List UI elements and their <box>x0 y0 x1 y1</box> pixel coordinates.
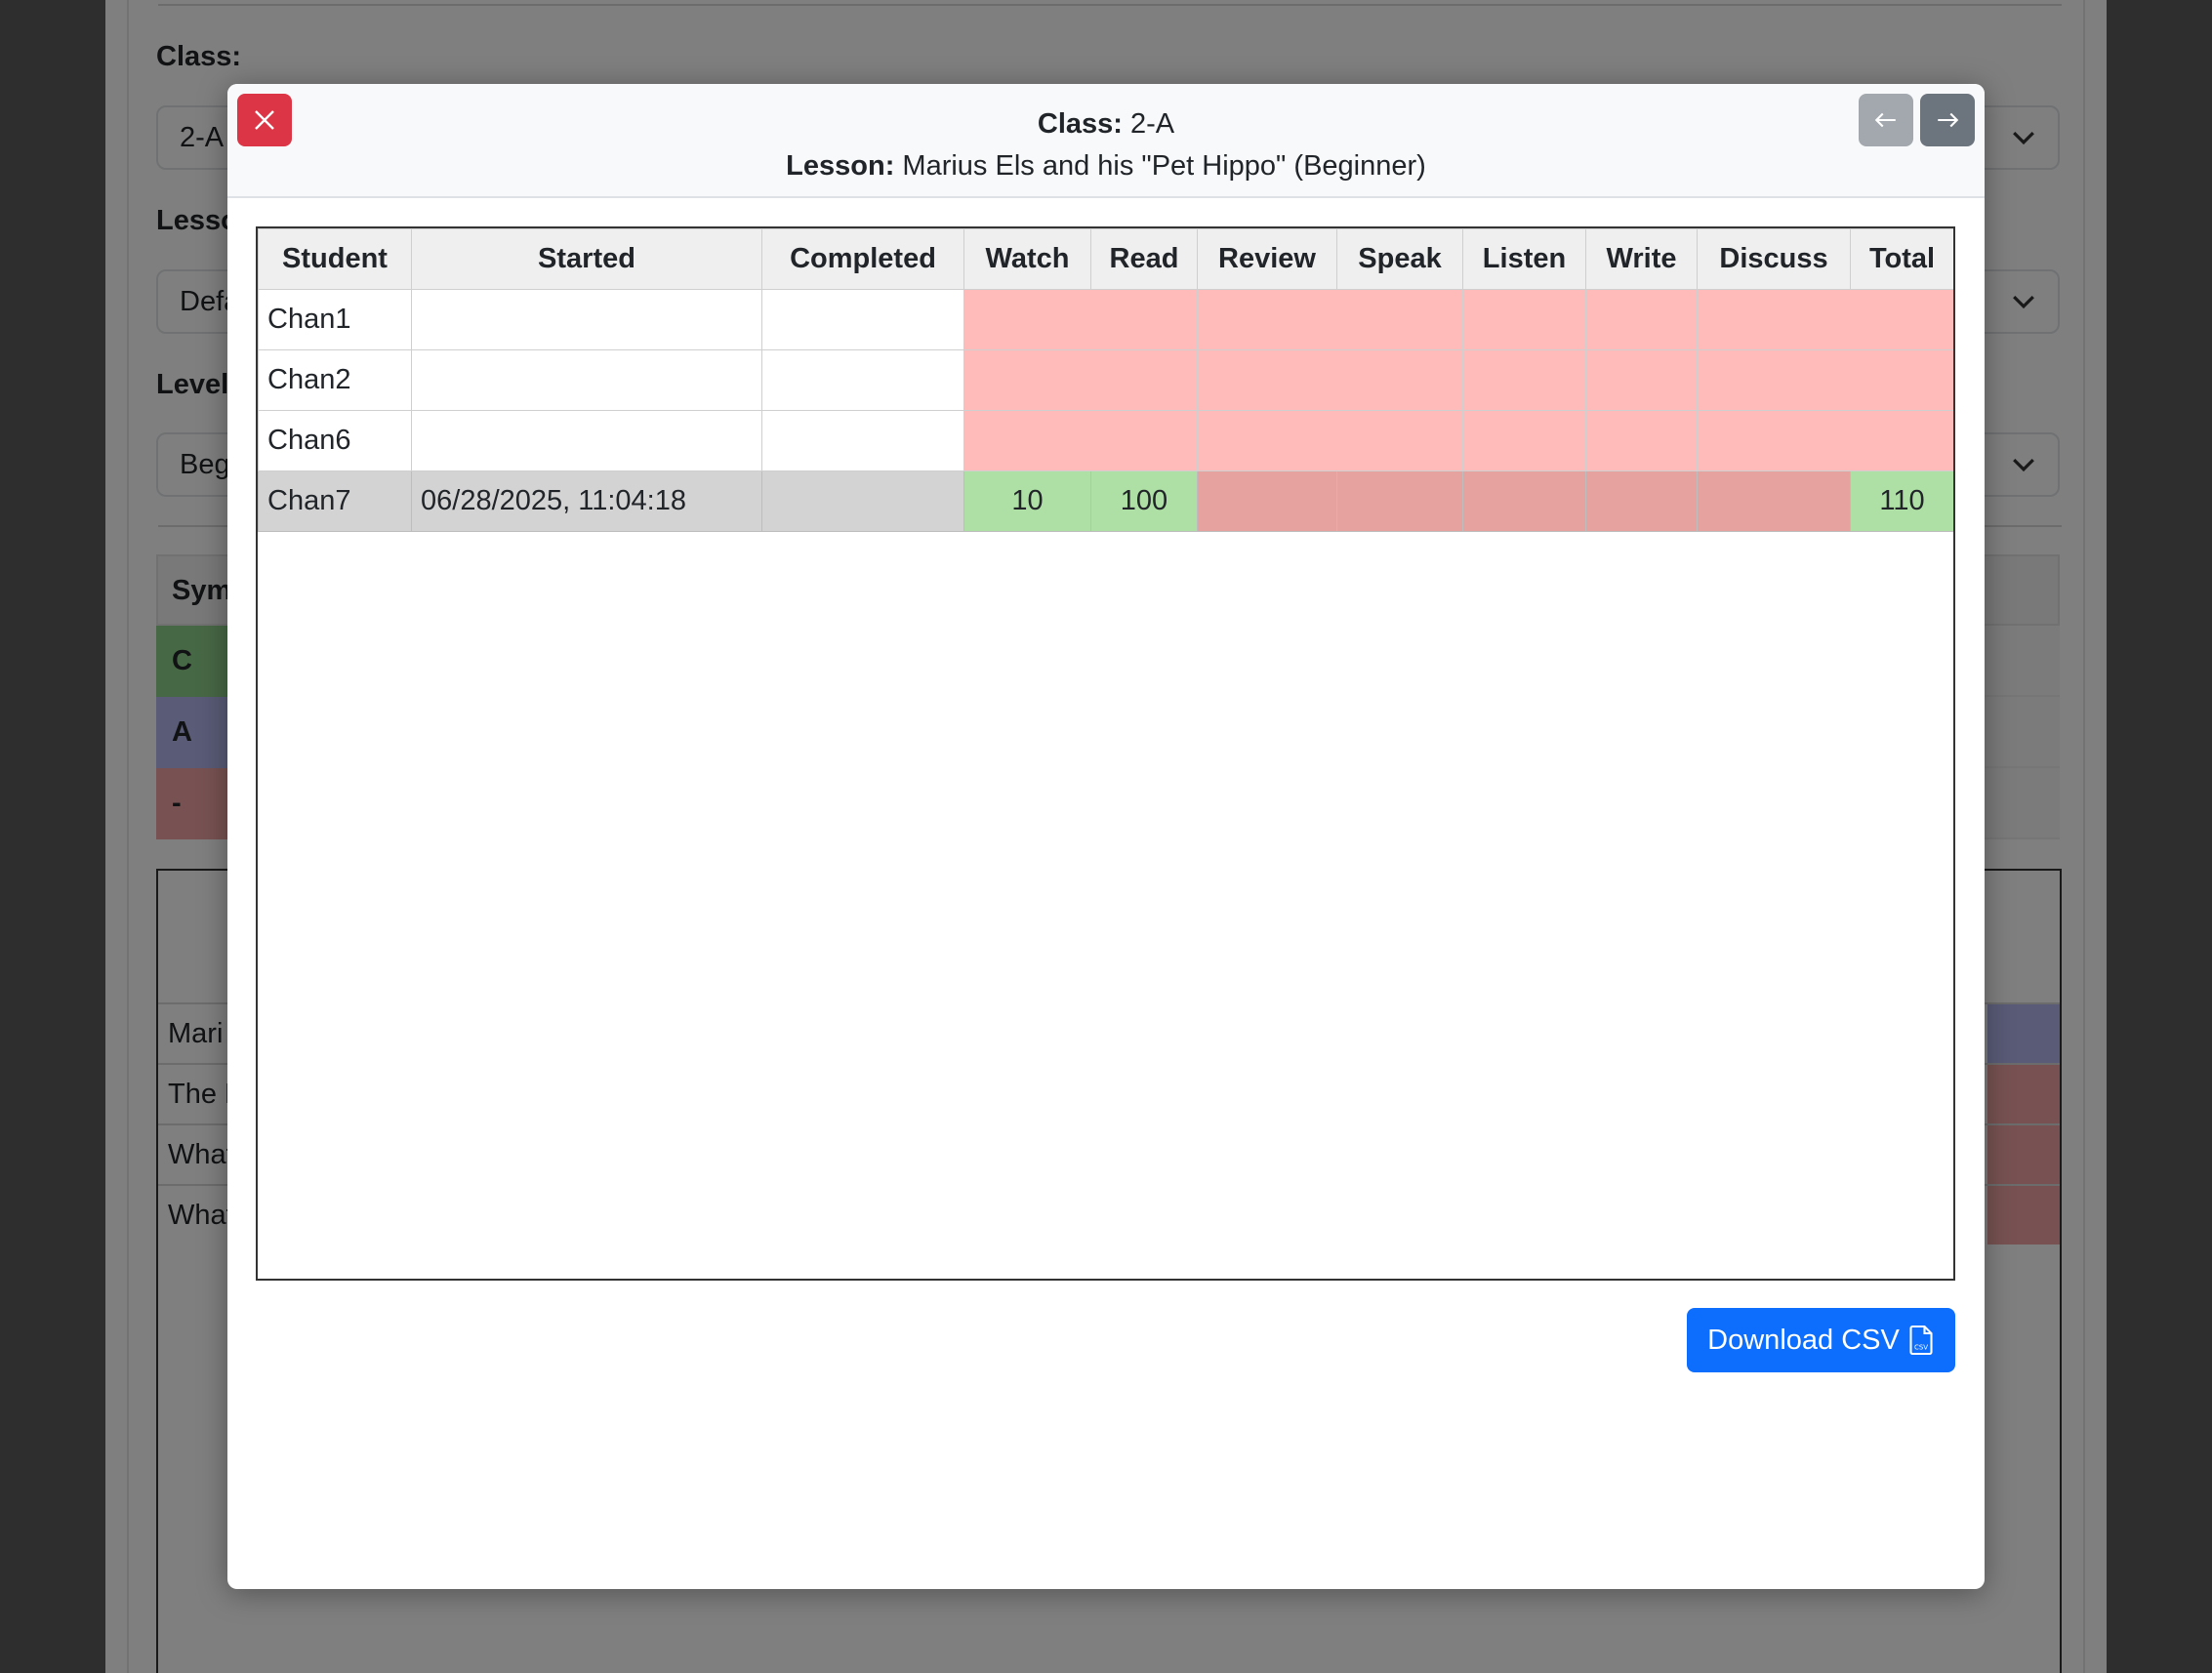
speak-cell <box>1336 289 1463 350</box>
progress-modal: Class: 2-A Lesson: Marius Els and his "P… <box>227 84 1985 1589</box>
column-header-completed[interactable]: Completed <box>761 228 964 290</box>
listen-cell <box>1462 349 1586 411</box>
review-cell <box>1197 470 1337 532</box>
discuss-cell <box>1697 349 1851 411</box>
write-cell <box>1585 349 1698 411</box>
column-header-total[interactable]: Total <box>1850 228 1953 290</box>
started-cell <box>411 410 762 471</box>
modal-title: Class: 2-A Lesson: Marius Els and his "P… <box>227 84 1985 187</box>
close-icon <box>255 110 274 130</box>
write-cell <box>1585 289 1698 350</box>
download-csv-label: Download CSV <box>1707 1324 1900 1356</box>
read-cell: 100 <box>1090 470 1198 532</box>
column-header-write[interactable]: Write <box>1585 228 1698 290</box>
speak-cell <box>1336 410 1463 471</box>
modal-header: Class: 2-A Lesson: Marius Els and his "P… <box>227 84 1985 198</box>
column-header-student[interactable]: Student <box>258 228 412 290</box>
write-cell <box>1585 410 1698 471</box>
lesson-title-label: Lesson: <box>786 150 895 182</box>
completed-cell <box>761 410 964 471</box>
next-lesson-button[interactable] <box>1920 94 1975 146</box>
lesson-title-value: Marius Els and his "Pet Hippo" (Beginner… <box>902 150 1426 182</box>
table-row: Chan2 <box>258 349 1953 411</box>
read-cell <box>1090 349 1198 411</box>
review-cell <box>1197 410 1337 471</box>
discuss-cell <box>1697 470 1851 532</box>
csv-file-icon: CSV <box>1909 1325 1933 1356</box>
started-cell: 06/28/2025, 11:04:18 <box>411 470 762 532</box>
started-cell <box>411 349 762 411</box>
student-cell: Chan7 <box>258 470 412 532</box>
write-cell <box>1585 470 1698 532</box>
completed-cell <box>761 470 964 532</box>
progress-table-container[interactable]: Student Started Completed Watch Read Rev… <box>256 226 1955 1281</box>
column-header-discuss[interactable]: Discuss <box>1697 228 1851 290</box>
close-button[interactable] <box>237 94 292 146</box>
column-header-watch[interactable]: Watch <box>963 228 1091 290</box>
column-header-listen[interactable]: Listen <box>1462 228 1586 290</box>
arrow-right-icon <box>1938 112 1959 128</box>
speak-cell <box>1336 349 1463 411</box>
total-cell: 110 <box>1850 470 1953 532</box>
discuss-cell <box>1697 410 1851 471</box>
review-cell <box>1197 289 1337 350</box>
watch-cell <box>963 289 1091 350</box>
student-cell: Chan6 <box>258 410 412 471</box>
column-header-started[interactable]: Started <box>411 228 762 290</box>
previous-lesson-button[interactable] <box>1859 94 1913 146</box>
column-header-review[interactable]: Review <box>1197 228 1337 290</box>
student-cell: Chan1 <box>258 289 412 350</box>
review-cell <box>1197 349 1337 411</box>
completed-cell <box>761 289 964 350</box>
watch-cell <box>963 349 1091 411</box>
discuss-cell <box>1697 289 1851 350</box>
started-cell <box>411 289 762 350</box>
read-cell <box>1090 410 1198 471</box>
read-cell <box>1090 289 1198 350</box>
svg-text:CSV: CSV <box>1914 1344 1928 1352</box>
class-title-label: Class: <box>1037 108 1123 140</box>
column-header-read[interactable]: Read <box>1090 228 1198 290</box>
watch-cell: 10 <box>963 470 1091 532</box>
total-cell <box>1850 349 1953 411</box>
table-row: Chan1 <box>258 289 1953 350</box>
watch-cell <box>963 410 1091 471</box>
listen-cell <box>1462 410 1586 471</box>
column-header-speak[interactable]: Speak <box>1336 228 1463 290</box>
download-csv-button[interactable]: Download CSV CSV <box>1687 1308 1955 1372</box>
table-row: Chan7 06/28/2025, 11:04:18 10 100 110 <box>258 470 1953 532</box>
lesson-line: Lesson: Marius Els and his "Pet Hippo" (… <box>227 145 1985 187</box>
total-cell <box>1850 289 1953 350</box>
student-cell: Chan2 <box>258 349 412 411</box>
total-cell <box>1850 410 1953 471</box>
listen-cell <box>1462 289 1586 350</box>
completed-cell <box>761 349 964 411</box>
class-line: Class: 2-A <box>227 103 1985 145</box>
speak-cell <box>1336 470 1463 532</box>
arrow-left-icon <box>1874 112 1896 128</box>
progress-table: Student Started Completed Watch Read Rev… <box>258 228 1953 532</box>
class-title-value: 2-A <box>1129 108 1175 140</box>
listen-cell <box>1462 470 1586 532</box>
table-header-row: Student Started Completed Watch Read Rev… <box>258 228 1953 290</box>
table-row: Chan6 <box>258 410 1953 471</box>
